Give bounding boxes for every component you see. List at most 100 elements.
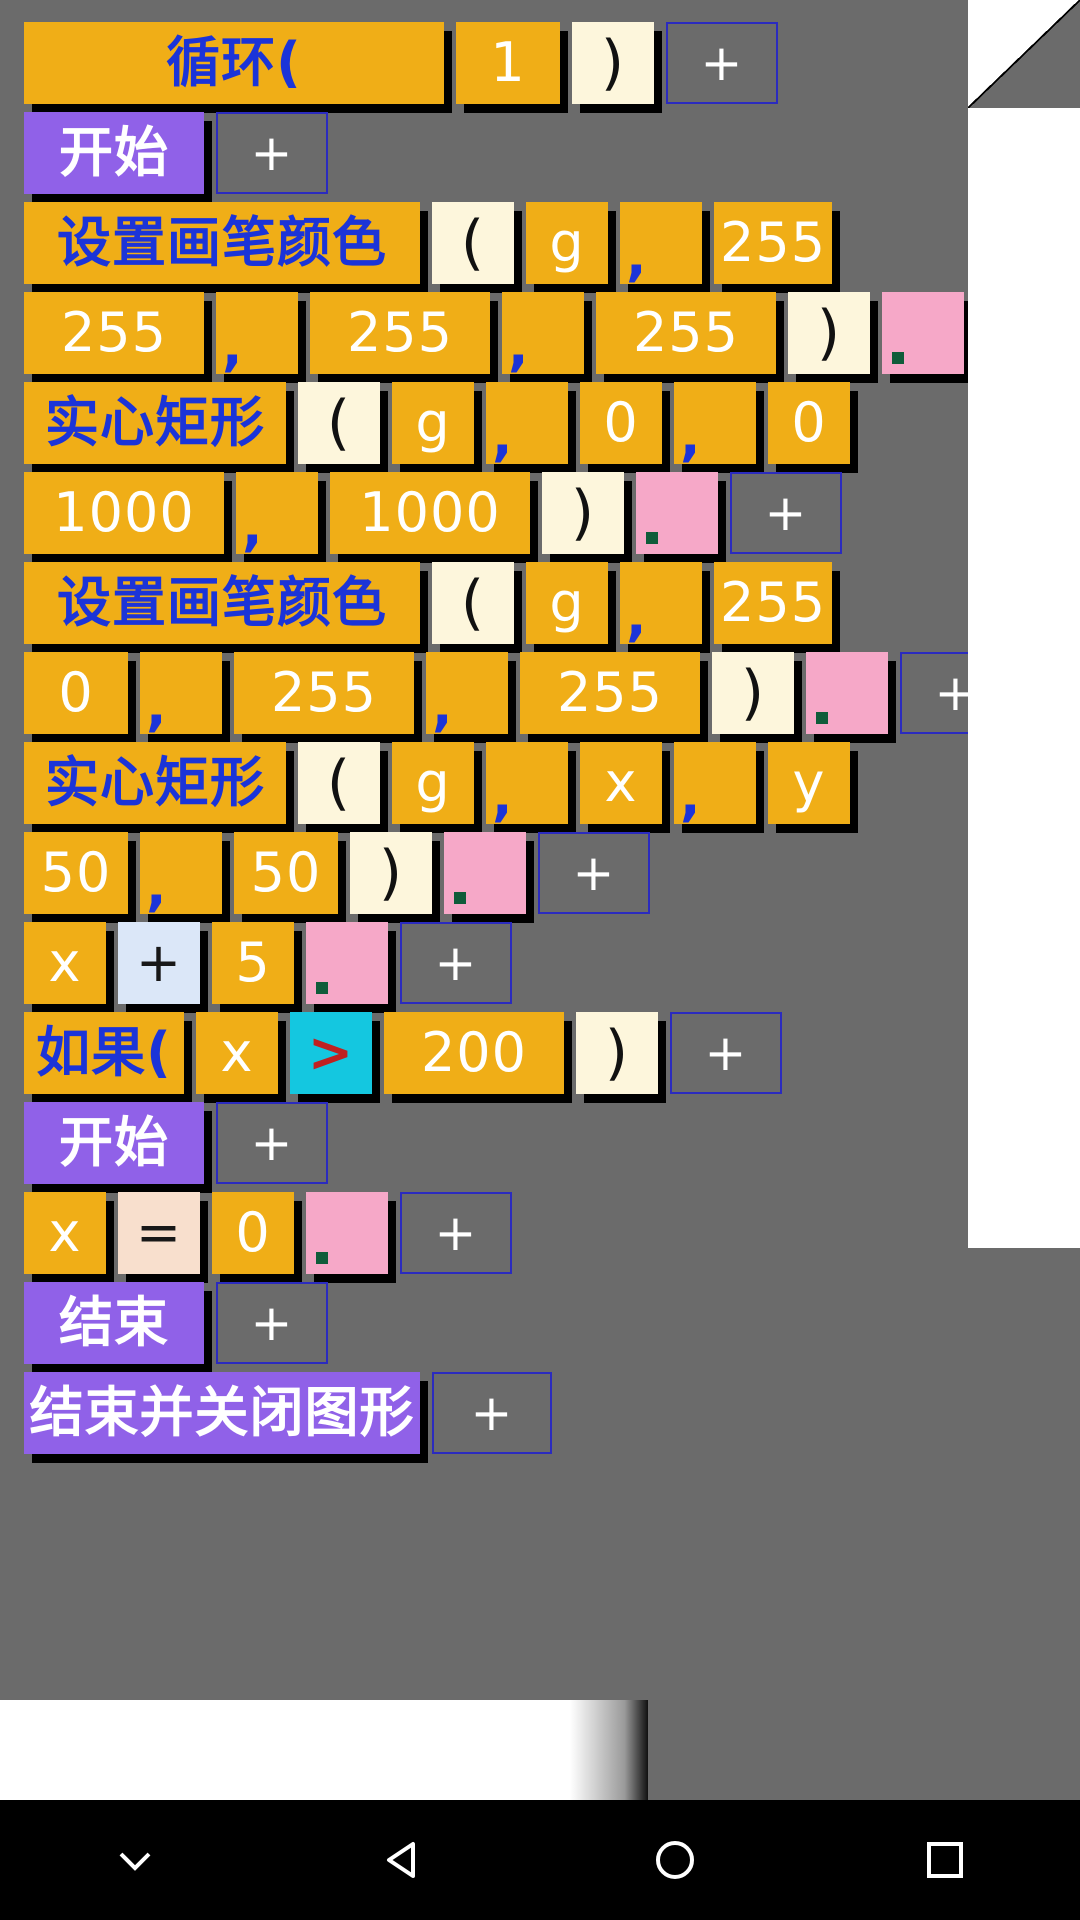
block-value-0[interactable]: 0 [768, 382, 850, 464]
block-var-g[interactable]: g [392, 382, 474, 464]
block-close-paren[interactable]: ) [712, 652, 794, 734]
hide-keyboard-button[interactable] [0, 1800, 270, 1920]
code-row-partial-bottom[interactable]: 结束并关闭图形 + [24, 1372, 564, 1454]
block-value-0[interactable]: 0 [24, 652, 128, 734]
block-end[interactable]: 结束 [24, 1282, 204, 1364]
block-value-255[interactable]: 255 [24, 292, 204, 374]
code-row-setpencolor-1[interactable]: 设置画笔颜色 ( g , 255 [24, 202, 844, 284]
block-var-x[interactable]: x [24, 922, 106, 1004]
code-row-setpencolor-2[interactable]: 设置画笔颜色 ( g , 255 [24, 562, 844, 644]
block-value-50[interactable]: 50 [24, 832, 128, 914]
block-loop-keyword[interactable]: 循环( [24, 22, 444, 104]
block-comma[interactable]: , [620, 202, 702, 284]
block-var-x[interactable]: x [24, 1192, 106, 1274]
back-button[interactable] [270, 1800, 540, 1920]
code-row-x-assign-0[interactable]: x = 0 + [24, 1192, 524, 1274]
block-value-5[interactable]: 5 [212, 922, 294, 1004]
block-comma[interactable]: , [486, 382, 568, 464]
code-row-fillrect-1-args[interactable]: 1000 , 1000 ) + [24, 472, 854, 554]
code-row-fillrect-2-args[interactable]: 50 , 50 ) + [24, 832, 662, 914]
block-comma[interactable]: , [140, 832, 222, 914]
block-close-paren[interactable]: ) [576, 1012, 658, 1094]
block-close-paren[interactable]: ) [350, 832, 432, 914]
block-if-keyword[interactable]: 如果( [24, 1012, 184, 1094]
block-value-255[interactable]: 255 [234, 652, 414, 734]
block-statement-end[interactable] [806, 652, 888, 734]
block-filled-rectangle[interactable]: 实心矩形 [24, 742, 286, 824]
block-statement-end[interactable] [636, 472, 718, 554]
block-open-paren[interactable]: ( [432, 562, 514, 644]
block-value-255[interactable]: 255 [714, 562, 833, 644]
recents-button[interactable] [810, 1800, 1080, 1920]
empty-slot[interactable]: + [216, 1282, 328, 1364]
block-comma[interactable]: , [502, 292, 584, 374]
empty-slot[interactable]: + [400, 1192, 512, 1274]
empty-slot[interactable]: + [216, 1102, 328, 1184]
block-value-255[interactable]: 255 [714, 202, 833, 284]
block-open-paren[interactable]: ( [298, 742, 380, 824]
block-open-paren[interactable]: ( [432, 202, 514, 284]
home-button[interactable] [540, 1800, 810, 1920]
block-close-paren[interactable]: ) [572, 22, 654, 104]
android-navigation-bar[interactable] [0, 1800, 1080, 1920]
block-comma[interactable]: , [620, 562, 702, 644]
block-filled-rectangle[interactable]: 实心矩形 [24, 382, 286, 464]
empty-slot[interactable]: + [216, 112, 328, 194]
block-loop-count[interactable]: 1 [456, 22, 560, 104]
block-set-pen-color[interactable]: 设置画笔颜色 [24, 562, 420, 644]
code-row-begin-1[interactable]: 开始 + [24, 112, 340, 194]
block-statement-end[interactable] [306, 1192, 388, 1274]
block-comma[interactable]: , [236, 472, 318, 554]
block-end-and-close-graphics[interactable]: 结束并关闭图形 [24, 1372, 420, 1454]
block-set-pen-color[interactable]: 设置画笔颜色 [24, 202, 420, 284]
block-value-255[interactable]: 255 [520, 652, 700, 734]
empty-slot[interactable]: + [538, 832, 650, 914]
block-value-200[interactable]: 200 [384, 1012, 564, 1094]
block-statement-end[interactable] [444, 832, 526, 914]
empty-slot[interactable]: + [666, 22, 778, 104]
empty-slot[interactable]: + [730, 472, 842, 554]
block-statement-end[interactable] [882, 292, 964, 374]
block-statement-end[interactable] [306, 922, 388, 1004]
block-greater-than[interactable]: > [290, 1012, 372, 1094]
block-value-255[interactable]: 255 [310, 292, 490, 374]
block-value-255[interactable]: 255 [596, 292, 776, 374]
code-row-x-plus-5[interactable]: x + 5 + [24, 922, 524, 1004]
block-assign-equals[interactable]: = [118, 1192, 200, 1274]
block-comma[interactable]: , [426, 652, 508, 734]
block-begin[interactable]: 开始 [24, 1102, 204, 1184]
block-value-0[interactable]: 0 [212, 1192, 294, 1274]
block-var-x[interactable]: x [196, 1012, 278, 1094]
block-value-0[interactable]: 0 [580, 382, 662, 464]
block-comma[interactable]: , [486, 742, 568, 824]
code-block-canvas[interactable]: 循环( 1 ) + 开始 + 设置画笔颜色 ( g , 255 255 , 25… [0, 0, 1080, 1700]
block-value-1000[interactable]: 1000 [24, 472, 224, 554]
empty-slot[interactable]: + [432, 1372, 552, 1454]
block-value-50[interactable]: 50 [234, 832, 338, 914]
block-var-g[interactable]: g [392, 742, 474, 824]
code-row-if[interactable]: 如果( x > 200 ) + [24, 1012, 794, 1094]
block-operator-plus[interactable]: + [118, 922, 200, 1004]
block-var-g[interactable]: g [526, 562, 608, 644]
block-begin[interactable]: 开始 [24, 112, 204, 194]
code-row-fillrect-1[interactable]: 实心矩形 ( g , 0 , 0 [24, 382, 862, 464]
code-row-begin-2[interactable]: 开始 + [24, 1102, 340, 1184]
empty-slot[interactable]: + [400, 922, 512, 1004]
code-row-setpencolor-2-args[interactable]: 0 , 255 , 255 ) + [24, 652, 1024, 734]
block-open-paren[interactable]: ( [298, 382, 380, 464]
block-comma[interactable]: , [216, 292, 298, 374]
block-value-1000[interactable]: 1000 [330, 472, 530, 554]
block-comma[interactable]: , [674, 742, 756, 824]
code-row-fillrect-2[interactable]: 实心矩形 ( g , x , y [24, 742, 862, 824]
block-close-paren[interactable]: ) [788, 292, 870, 374]
block-var-x[interactable]: x [580, 742, 662, 824]
code-row-end[interactable]: 结束 + [24, 1282, 340, 1364]
block-comma[interactable]: , [140, 652, 222, 734]
block-var-y[interactable]: y [768, 742, 850, 824]
block-close-paren[interactable]: ) [542, 472, 624, 554]
block-var-g[interactable]: g [526, 202, 608, 284]
code-row-loop[interactable]: 循环( 1 ) + [24, 22, 790, 104]
code-row-setpencolor-1-args[interactable]: 255 , 255 , 255 ) [24, 292, 976, 374]
block-comma[interactable]: , [674, 382, 756, 464]
empty-slot[interactable]: + [670, 1012, 782, 1094]
